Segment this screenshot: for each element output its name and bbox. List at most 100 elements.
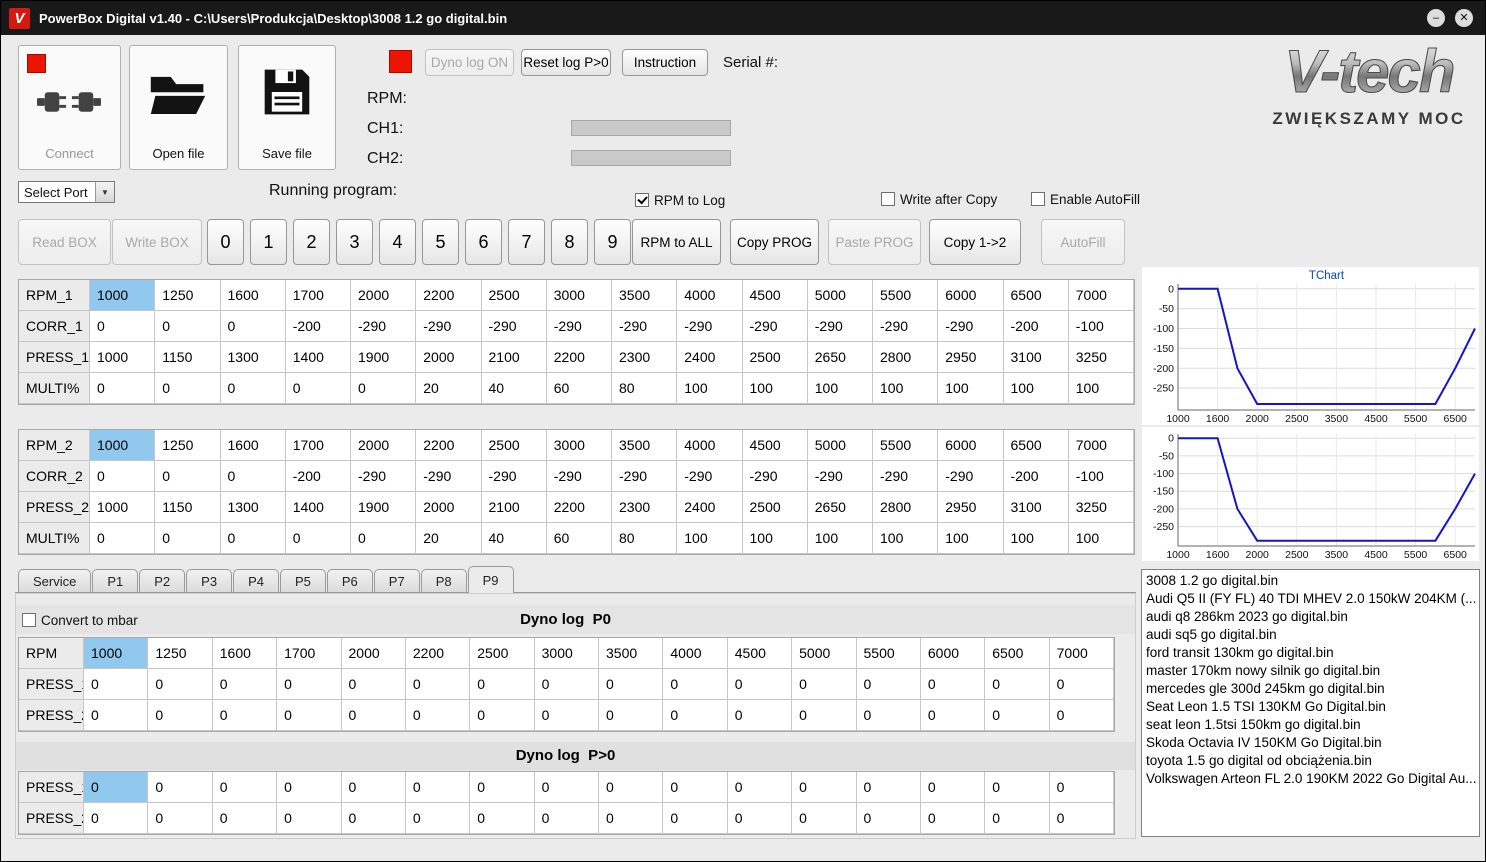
tab-service[interactable]: Service	[18, 569, 92, 592]
table-cell[interactable]: 0	[599, 803, 664, 834]
minimize-button[interactable]: –	[1427, 9, 1445, 27]
table-cell[interactable]: -200	[285, 461, 351, 492]
table-cell[interactable]: 0	[792, 669, 857, 700]
table-cell[interactable]: -290	[807, 311, 873, 342]
table-cell[interactable]: 0	[212, 803, 278, 834]
table-cell[interactable]: 80	[612, 373, 678, 404]
table-cell[interactable]: 80	[612, 523, 678, 554]
table-cell[interactable]: -290	[612, 311, 678, 342]
table-cell[interactable]: 0	[1049, 772, 1114, 803]
table-cell[interactable]: 100	[807, 523, 873, 554]
table-cell[interactable]: 3000	[546, 280, 612, 311]
table-cell[interactable]: 5000	[807, 430, 873, 461]
digit-button-2[interactable]: 2	[293, 219, 330, 265]
tab-p1[interactable]: P1	[92, 569, 139, 592]
table-cell[interactable]: 100	[1068, 373, 1134, 404]
table-cell[interactable]: 7000	[1068, 430, 1134, 461]
open-file-button[interactable]: Open file	[129, 45, 228, 170]
table-cell[interactable]: 0	[470, 669, 535, 700]
paste-prog-button[interactable]: Paste PROG	[828, 219, 921, 265]
copy-1-to-2-button[interactable]: Copy 1->2	[929, 219, 1021, 265]
connect-button[interactable]: Connect	[18, 45, 121, 170]
table-cell[interactable]: 100	[677, 523, 743, 554]
table-cell[interactable]: 1150	[155, 342, 221, 373]
table-cell[interactable]: 0	[148, 669, 213, 700]
table-cell[interactable]: 0	[84, 700, 149, 731]
table-cell[interactable]: 100	[1003, 523, 1069, 554]
table-cell[interactable]: 1400	[285, 342, 351, 373]
table-cell[interactable]: 1700	[285, 430, 351, 461]
table-cell[interactable]: 100	[873, 373, 939, 404]
table-cell[interactable]: 0	[727, 772, 793, 803]
port-select[interactable]: Select Port ▼	[18, 181, 115, 203]
file-list-item[interactable]: Audi Q5 II (FY FL) 40 TDI MHEV 2.0 150kW…	[1146, 590, 1476, 608]
table-cell[interactable]: 0	[1049, 669, 1114, 700]
table-cell[interactable]: 2400	[677, 492, 743, 523]
table-cell[interactable]: 0	[90, 461, 156, 492]
table-cell[interactable]: 0	[341, 803, 406, 834]
table-cell[interactable]: 1250	[148, 638, 213, 669]
table-cell[interactable]: 0	[727, 803, 793, 834]
table-cell[interactable]: 0	[285, 523, 351, 554]
table-cell[interactable]: 0	[920, 700, 986, 731]
table-cell[interactable]: 3100	[1003, 342, 1069, 373]
reset-log-button[interactable]: Reset log P>0	[521, 49, 611, 76]
table-cell[interactable]: 2300	[612, 342, 678, 373]
table-cell[interactable]: -290	[873, 461, 939, 492]
tab-p3[interactable]: P3	[186, 569, 233, 592]
table-cell[interactable]: 0	[856, 700, 921, 731]
table-cell[interactable]: 0	[405, 700, 471, 731]
table-cell[interactable]: 2500	[742, 492, 808, 523]
table-cell[interactable]: 0	[212, 700, 278, 731]
table-cell[interactable]: 0	[405, 803, 471, 834]
file-list-item[interactable]: mercedes gle 300d 245km go digital.bin	[1146, 680, 1475, 698]
table-cell[interactable]: 1000	[90, 342, 156, 373]
table-cell[interactable]: 7000	[1068, 280, 1134, 311]
table-cell[interactable]: -200	[1003, 311, 1069, 342]
table-cell[interactable]: 0	[84, 772, 149, 803]
file-list-item[interactable]: audi sq5 go digital.bin	[1146, 626, 1475, 644]
table-cell[interactable]: 0	[856, 803, 921, 834]
table-cell[interactable]: 2500	[481, 280, 547, 311]
table-cell[interactable]: 0	[985, 669, 1050, 700]
table-cell[interactable]: 2500	[742, 342, 808, 373]
tab-p7[interactable]: P7	[373, 569, 420, 592]
table-cell[interactable]: -200	[285, 311, 351, 342]
table-cell[interactable]: 3500	[612, 280, 678, 311]
file-list[interactable]: 3008 1.2 go digital.bin Audi Q5 II (FY FL…	[1141, 569, 1480, 837]
table-cell[interactable]: 3250	[1068, 342, 1134, 373]
table-cell[interactable]: 1300	[220, 492, 286, 523]
digit-button-4[interactable]: 4	[379, 219, 416, 265]
table-cell[interactable]: -290	[351, 311, 417, 342]
table-cell[interactable]: 1400	[285, 492, 351, 523]
file-list-item[interactable]: master 170km nowy silnik go digital.bin	[1146, 662, 1475, 680]
file-list-item[interactable]: 3008 1.2 go digital.bin	[1146, 572, 1475, 590]
tab-p8[interactable]: P8	[420, 569, 467, 592]
table-cell[interactable]: 2000	[416, 342, 482, 373]
table-cell[interactable]: 0	[155, 523, 221, 554]
table-cell[interactable]: 40	[481, 523, 547, 554]
table-cell[interactable]: 100	[938, 373, 1004, 404]
file-list-item[interactable]: seat leon 1.5tsi 150km go digital.bin	[1146, 716, 1475, 734]
table-cell[interactable]: 0	[534, 772, 599, 803]
close-button[interactable]: ✕	[1455, 9, 1473, 27]
table-cell[interactable]: 0	[470, 700, 535, 731]
file-list-item[interactable]: toyota 1.5 go digital od obciążenia.bin	[1146, 752, 1475, 770]
table-cell[interactable]: 2800	[873, 342, 939, 373]
table-cell[interactable]: 0	[148, 700, 213, 731]
file-list-item[interactable]: audi q8 286km 2023 go digital.bin	[1146, 608, 1475, 626]
table-cell[interactable]: 2500	[470, 638, 535, 669]
table-cell[interactable]: 0	[663, 803, 728, 834]
table-cell[interactable]: 0	[220, 523, 286, 554]
table-cell[interactable]: 0	[470, 803, 535, 834]
table-cell[interactable]: -290	[938, 311, 1004, 342]
table-cell[interactable]: 0	[351, 523, 417, 554]
table-cell[interactable]: 6000	[938, 280, 1004, 311]
table-cell[interactable]: 2200	[546, 492, 612, 523]
table-cell[interactable]: -100	[1068, 311, 1134, 342]
table-cell[interactable]: 2950	[938, 492, 1004, 523]
table-cell[interactable]: 0	[341, 772, 406, 803]
table-cell[interactable]: 1000	[90, 492, 156, 523]
autofill-button[interactable]: AutoFill	[1041, 219, 1125, 265]
table-cell[interactable]: 7000	[1049, 638, 1114, 669]
